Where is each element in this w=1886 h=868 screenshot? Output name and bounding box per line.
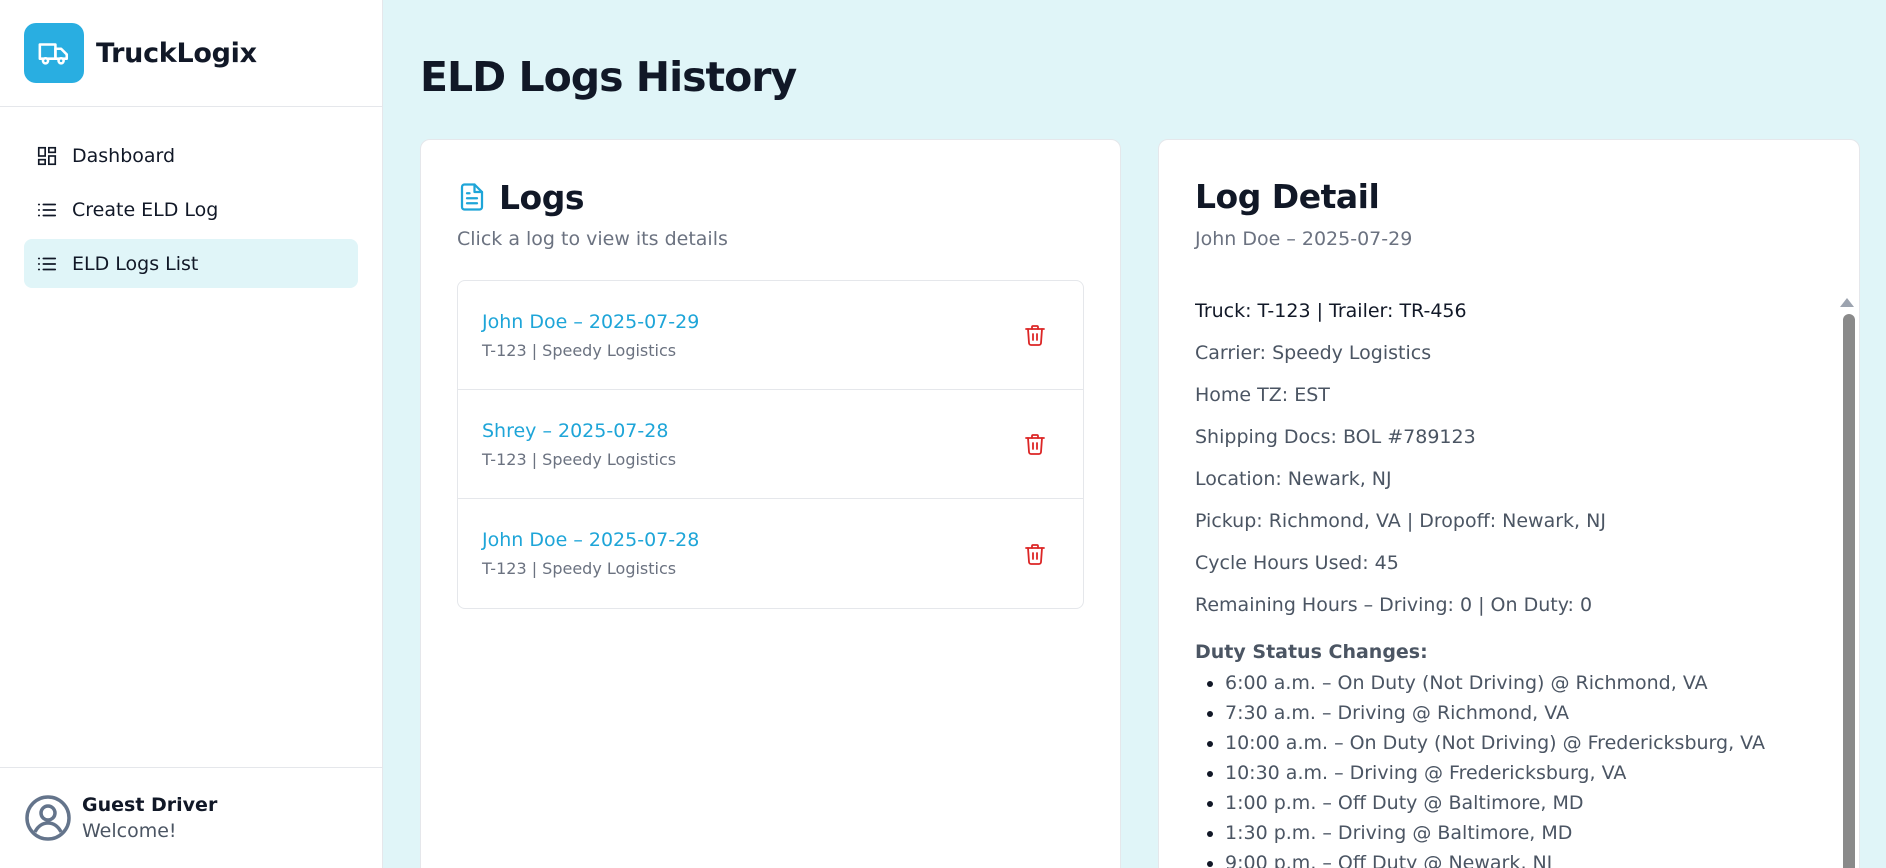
log-title[interactable]: Shrey – 2025-07-28 <box>482 420 676 442</box>
logs-panel-subtitle: Click a log to view its details <box>457 228 728 250</box>
duty-status-item: 1:00 p.m. – Off Duty @ Baltimore, MD <box>1195 788 1819 818</box>
truck-icon[interactable] <box>24 23 84 83</box>
sidebar-item-label: Create ELD Log <box>72 198 219 221</box>
main-content: ELD Logs History Logs Click a log to vie… <box>383 0 1886 868</box>
duty-status-heading: Duty Status Changes: <box>1195 641 1428 663</box>
user-circle-icon <box>24 794 72 842</box>
logs-panel-title: Logs <box>499 177 584 217</box>
detail-pickup-dropoff: Pickup: Richmond, VA | Dropoff: Newark, … <box>1195 510 1606 532</box>
log-detail-subtitle: John Doe – 2025-07-29 <box>1195 228 1413 250</box>
trash-icon[interactable] <box>1023 323 1047 347</box>
log-detail-panel: Log Detail John Doe – 2025-07-29 Truck: … <box>1158 139 1860 868</box>
detail-scrollbar[interactable] <box>1839 290 1859 868</box>
log-list-item[interactable]: John Doe – 2025-07-28 T-123 | Speedy Log… <box>458 499 1083 608</box>
user-profile[interactable]: Guest Driver Welcome! <box>0 767 382 868</box>
user-name: Guest Driver <box>82 794 218 816</box>
detail-remaining-hours: Remaining Hours – Driving: 0 | On Duty: … <box>1195 594 1593 616</box>
duty-status-item: 7:30 a.m. – Driving @ Richmond, VA <box>1195 698 1819 728</box>
detail-truck-trailer: Truck: T-123 | Trailer: TR-456 <box>1195 300 1467 322</box>
sidebar-item-create-eld-log[interactable]: Create ELD Log <box>24 185 358 234</box>
sidebar-nav: Dashboard Create ELD Log ELD Logs List <box>0 107 382 767</box>
duty-status-item: 10:00 a.m. – On Duty (Not Driving) @ Fre… <box>1195 728 1819 758</box>
log-detail-content[interactable]: Truck: T-123 | Trailer: TR-456 Carrier: … <box>1195 290 1859 868</box>
duty-status-item: 6:00 a.m. – On Duty (Not Driving) @ Rich… <box>1195 668 1819 698</box>
detail-shipping-docs: Shipping Docs: BOL #789123 <box>1195 426 1476 448</box>
log-title[interactable]: John Doe – 2025-07-29 <box>482 311 699 333</box>
list-icon <box>36 199 58 221</box>
detail-home-tz: Home TZ: EST <box>1195 384 1330 406</box>
log-list-item[interactable]: John Doe – 2025-07-29 T-123 | Speedy Log… <box>458 281 1083 390</box>
dashboard-icon <box>36 145 58 167</box>
trash-icon[interactable] <box>1023 432 1047 456</box>
sidebar-item-label: ELD Logs List <box>72 252 199 275</box>
list-icon <box>36 253 58 275</box>
log-list: John Doe – 2025-07-29 T-123 | Speedy Log… <box>457 280 1084 609</box>
page-title: ELD Logs History <box>420 53 797 101</box>
duty-status-item: 9:00 p.m. – Off Duty @ Newark, NJ <box>1195 848 1819 868</box>
logs-panel: Logs Click a log to view its details Joh… <box>420 139 1121 868</box>
detail-cycle-hours: Cycle Hours Used: 45 <box>1195 552 1399 574</box>
log-title[interactable]: John Doe – 2025-07-28 <box>482 529 699 551</box>
duty-status-list: 6:00 a.m. – On Duty (Not Driving) @ Rich… <box>1195 668 1819 868</box>
log-detail-title: Log Detail <box>1195 177 1380 216</box>
log-meta: T-123 | Speedy Logistics <box>482 340 677 360</box>
log-meta: T-123 | Speedy Logistics <box>482 559 677 578</box>
scroll-up-arrow-icon[interactable] <box>1840 298 1854 307</box>
sidebar-item-label: Dashboard <box>72 144 176 167</box>
brand: TruckLogix <box>0 0 382 107</box>
document-icon <box>457 182 487 212</box>
log-meta: T-123 | Speedy Logistics <box>482 449 677 469</box>
brand-name: TruckLogix <box>96 37 257 69</box>
detail-location: Location: Newark, NJ <box>1195 468 1392 490</box>
log-list-item[interactable]: Shrey – 2025-07-28 T-123 | Speedy Logist… <box>458 390 1083 499</box>
duty-status-item: 1:30 p.m. – Driving @ Baltimore, MD <box>1195 818 1819 848</box>
scrollbar-thumb[interactable] <box>1843 314 1855 868</box>
sidebar: TruckLogix Dashboard Create ELD Log ELD … <box>0 0 383 868</box>
duty-status-item: 10:30 a.m. – Driving @ Fredericksburg, V… <box>1195 758 1819 788</box>
detail-carrier: Carrier: Speedy Logistics <box>1195 342 1432 364</box>
sidebar-item-eld-logs-list[interactable]: ELD Logs List <box>24 239 358 288</box>
trash-icon[interactable] <box>1023 542 1047 566</box>
user-greeting: Welcome! <box>82 820 177 842</box>
sidebar-item-dashboard[interactable]: Dashboard <box>24 131 358 180</box>
